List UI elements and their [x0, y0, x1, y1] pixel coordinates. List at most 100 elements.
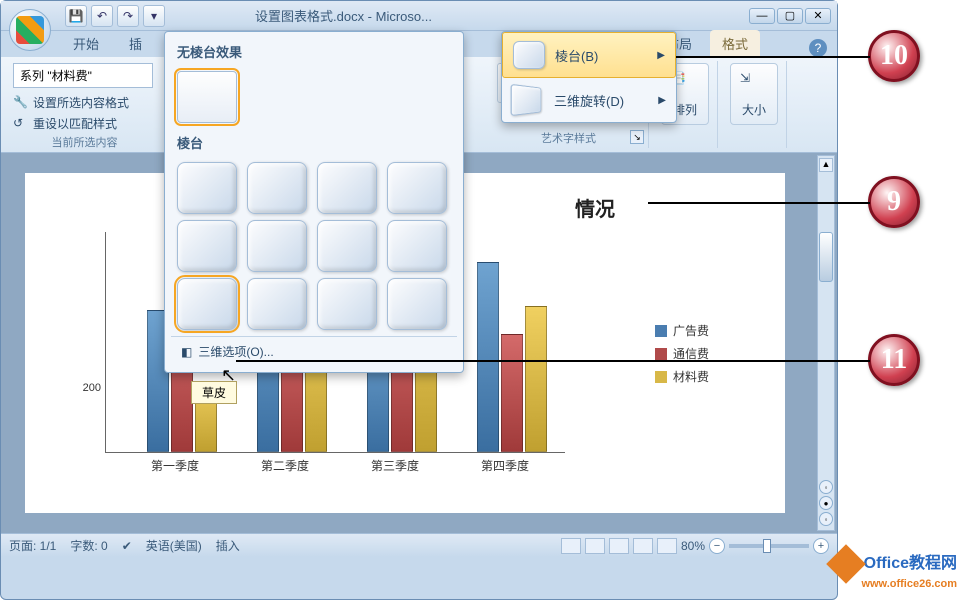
bevel-swatch[interactable]: [177, 220, 237, 272]
flyout-bevel-item[interactable]: 棱台(B) ▶: [502, 32, 676, 78]
legend-item: 广告费: [655, 322, 745, 339]
statusbar: 页面: 1/1 字数: 0 ✔ 英语(美国) 插入 80% − +: [1, 533, 837, 557]
insert-mode[interactable]: 插入: [216, 537, 240, 554]
undo-icon[interactable]: ↶: [91, 5, 113, 27]
group-size: ⇲大小: [722, 61, 787, 148]
bevel-swatch-hover[interactable]: [177, 278, 237, 330]
dialog-launcher-icon[interactable]: ↘: [630, 130, 644, 144]
watermark-logo-icon: [826, 544, 866, 584]
three-d-icon: ◧: [181, 345, 192, 359]
browse-object-icon[interactable]: ●: [819, 496, 833, 510]
bevel-swatch[interactable]: [387, 278, 447, 330]
x-label: 第二季度: [245, 457, 325, 474]
x-label: 第三季度: [355, 457, 435, 474]
size-button[interactable]: ⇲大小: [730, 63, 778, 125]
bevel-grid: [171, 156, 457, 336]
callout-line: [676, 56, 870, 58]
tab-format[interactable]: 格式: [710, 30, 760, 57]
outline-view-icon[interactable]: [633, 538, 653, 554]
zoom-level[interactable]: 80%: [681, 539, 705, 553]
scroll-up-icon[interactable]: ▲: [819, 158, 833, 172]
bevel-none-swatch[interactable]: [177, 71, 237, 123]
bevel-swatch[interactable]: [177, 162, 237, 214]
bevel-swatch[interactable]: [247, 278, 307, 330]
reset-style-button[interactable]: ↺重设以匹配样式: [13, 113, 156, 134]
legend-swatch-icon: [655, 371, 667, 383]
zoom-in-button[interactable]: +: [813, 538, 829, 554]
word-count[interactable]: 字数: 0: [70, 537, 107, 554]
bevel-gallery-popup: 无棱台效果 棱台 ◧ 三维选项(O)...: [164, 31, 464, 373]
group-current-selection: 系列 "材料费" 🔧设置所选内容格式 ↺重设以匹配样式 当前所选内容: [5, 61, 165, 148]
callout-10: 10: [868, 30, 920, 82]
word-window: 💾 ↶ ↷ ▾ 设置图表格式.docx - Microso... — ▢ ✕ 开…: [0, 0, 838, 600]
y-tick: 200: [65, 382, 101, 394]
bevel-swatch[interactable]: [247, 162, 307, 214]
maximize-button[interactable]: ▢: [777, 8, 803, 24]
print-layout-view-icon[interactable]: [561, 538, 581, 554]
y-axis: [105, 232, 106, 452]
bar-a[interactable]: [477, 262, 499, 452]
cursor-icon: ↖: [221, 365, 236, 386]
fullscreen-reading-view-icon[interactable]: [585, 538, 605, 554]
callout-line: [648, 202, 870, 204]
vertical-scrollbar[interactable]: ▲ ◦ ● ◦: [817, 155, 835, 531]
format-selection-button[interactable]: 🔧设置所选内容格式: [13, 92, 156, 113]
bevel-swatch[interactable]: [387, 220, 447, 272]
x-label: 第四季度: [465, 457, 545, 474]
prev-page-icon[interactable]: ◦: [819, 480, 833, 494]
x-axis: [105, 452, 565, 453]
redo-icon[interactable]: ↷: [117, 5, 139, 27]
callout-9: 9: [868, 176, 920, 228]
help-icon[interactable]: ?: [809, 39, 827, 57]
size-icon: ⇲: [740, 71, 768, 99]
legend-item: 材料费: [655, 368, 745, 385]
zoom-thumb[interactable]: [763, 539, 771, 553]
legend-swatch-icon: [655, 348, 667, 360]
group-label: 当前所选内容: [13, 134, 156, 150]
x-label: 第一季度: [135, 457, 215, 474]
bevel-swatch[interactable]: [317, 220, 377, 272]
bevel-swatch[interactable]: [247, 220, 307, 272]
format-icon: 🔧: [13, 95, 29, 111]
tab-insert[interactable]: 插: [117, 30, 154, 57]
close-button[interactable]: ✕: [805, 8, 831, 24]
doc-title: 设置图表格式.docx - Microso...: [255, 6, 432, 25]
draft-view-icon[interactable]: [657, 538, 677, 554]
bar-b[interactable]: [501, 334, 523, 452]
flyout-3d-rotation-item[interactable]: 三维旋转(D) ▶: [502, 78, 676, 122]
callout-line: [236, 360, 870, 362]
minimize-button[interactable]: —: [749, 8, 775, 24]
office-button[interactable]: [9, 9, 51, 51]
chevron-right-icon: ▶: [658, 95, 666, 106]
office-logo-icon: [16, 16, 44, 44]
proofing-icon[interactable]: ✔: [122, 539, 132, 553]
bevel-swatch[interactable]: [317, 278, 377, 330]
scroll-thumb[interactable]: [819, 232, 833, 282]
zoom-slider[interactable]: [729, 544, 809, 548]
reset-icon: ↺: [13, 116, 29, 132]
chart-legend: 广告费 通信费 材料费: [655, 232, 745, 492]
bevel-preview-icon: [513, 41, 545, 69]
web-layout-view-icon[interactable]: [609, 538, 629, 554]
next-page-icon[interactable]: ◦: [819, 512, 833, 526]
group-label: 艺术字样式: [497, 130, 640, 146]
bevel-swatch[interactable]: [317, 162, 377, 214]
bevel-swatch[interactable]: [387, 162, 447, 214]
bar-c[interactable]: [525, 306, 547, 452]
page-indicator[interactable]: 页面: 1/1: [9, 537, 56, 554]
quick-access-toolbar: 💾 ↶ ↷ ▾: [65, 5, 165, 27]
watermark: Office教程网 www.office26.com: [832, 549, 957, 590]
bar-group-q4: [477, 262, 547, 452]
titlebar: 💾 ↶ ↷ ▾ 设置图表格式.docx - Microso... — ▢ ✕: [1, 1, 837, 31]
qat-dropdown-icon[interactable]: ▾: [143, 5, 165, 27]
series-selector[interactable]: 系列 "材料费": [13, 63, 153, 88]
language-indicator[interactable]: 英语(美国): [146, 537, 202, 554]
save-icon[interactable]: 💾: [65, 5, 87, 27]
legend-swatch-icon: [655, 325, 667, 337]
callout-11: 11: [868, 334, 920, 386]
tab-home[interactable]: 开始: [61, 30, 111, 57]
zoom-out-button[interactable]: −: [709, 538, 725, 554]
chevron-right-icon: ▶: [657, 50, 665, 61]
rotation-preview-icon: [511, 84, 542, 116]
bevel-header: 棱台: [171, 129, 457, 156]
